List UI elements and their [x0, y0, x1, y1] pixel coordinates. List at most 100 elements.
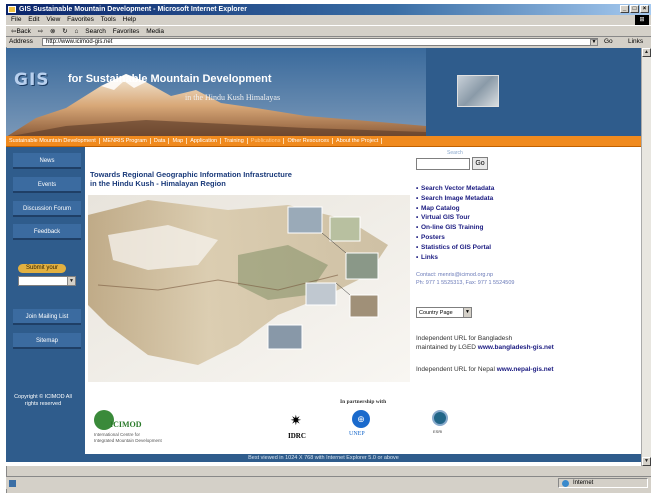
- menu-favorites[interactable]: Favorites: [67, 16, 94, 23]
- country-page-select[interactable]: Country Page ▼: [416, 307, 472, 318]
- sidebar-join-mailing-list-button[interactable]: Join Mailing List: [13, 309, 81, 325]
- maximize-button[interactable]: □: [630, 5, 639, 13]
- menu-help[interactable]: Help: [123, 16, 136, 23]
- menu-view[interactable]: View: [46, 16, 60, 23]
- link-nepal-gis[interactable]: www.nepal-gis.net: [497, 366, 554, 373]
- main-navigation: Sustainable Mountain Development MENRIS P…: [6, 136, 641, 147]
- minimize-button[interactable]: _: [620, 5, 629, 13]
- submit-select[interactable]: ▼: [18, 276, 76, 286]
- sidebar-sitemap-button[interactable]: Sitemap: [13, 333, 81, 349]
- chevron-down-icon[interactable]: ▼: [463, 308, 471, 317]
- scroll-down-icon[interactable]: ▼: [642, 457, 651, 466]
- headline-line-1: Towards Regional Geographic Information …: [90, 170, 292, 179]
- link-label[interactable]: Virtual GIS Tour: [421, 214, 470, 221]
- site-subtitle: in the Hindu Kush Himalayas: [185, 93, 281, 102]
- contact-info: Contact: menris@icimod.org.np Ph: 977 1 …: [416, 271, 514, 287]
- regional-map-collage-image: [88, 195, 410, 382]
- zone-label: Internet: [573, 480, 594, 486]
- link-virtual-gis-tour[interactable]: • Virtual GIS Tour: [416, 214, 470, 222]
- menu-edit[interactable]: Edit: [28, 16, 39, 23]
- refresh-button[interactable]: ↻: [62, 28, 67, 35]
- link-bangladesh-gis[interactable]: www.bangladesh-gis.net: [478, 344, 554, 351]
- contact-email[interactable]: Contact: menris@icimod.org.np: [416, 271, 514, 279]
- esri-logo-text[interactable]: ESRI: [433, 429, 442, 434]
- bangladesh-line-1: Independent URL for Bangladesh: [416, 335, 513, 342]
- nav-application[interactable]: Application: [187, 138, 222, 144]
- copyright-text: Copyright © ICIMOD All rights reserved: [14, 394, 72, 407]
- icimod-subtitle: International Centre for Integrated Moun…: [94, 432, 162, 444]
- icimod-subtitle-line-2: Integrated Mountain Development: [94, 438, 162, 443]
- unep-logo-icon[interactable]: ⊕: [352, 410, 370, 428]
- nav-publications[interactable]: Publications: [247, 138, 285, 144]
- address-input[interactable]: http://www.icimod-gis.net: [42, 38, 598, 46]
- link-search-vector-metadata[interactable]: • Search Vector Metadata: [416, 185, 494, 193]
- back-button[interactable]: ⇦Back: [11, 28, 31, 35]
- scroll-up-icon[interactable]: ▲: [642, 48, 651, 57]
- menu-tools[interactable]: Tools: [101, 16, 116, 23]
- page-loaded-icon: [9, 480, 16, 487]
- nepal-url-note: Independent URL for Nepal www.nepal-gis.…: [416, 366, 554, 373]
- contact-phone: Ph: 977 1 5525313, Fax: 977 1 5524509: [416, 280, 515, 286]
- address-bar: Address http://www.icimod-gis.net ▼ Go L…: [6, 37, 651, 47]
- site-banner: [6, 48, 641, 137]
- nav-sustainable-mountain-development[interactable]: Sustainable Mountain Development: [6, 138, 100, 144]
- toolbar: ⇦Back ⇨ ⊗ ↻ ⌂ Search Favorites Media: [6, 25, 651, 37]
- sidebar-feedback-button[interactable]: Feedback: [13, 224, 81, 240]
- esri-logo-icon[interactable]: [432, 410, 448, 426]
- vertical-scrollbar[interactable]: ▲ ▼: [641, 48, 651, 466]
- link-label[interactable]: Search Vector Metadata: [421, 185, 494, 192]
- sidebar-discussion-forum-button[interactable]: Discussion Forum: [13, 201, 81, 217]
- link-links[interactable]: • Links: [416, 254, 438, 262]
- idrc-logo-text[interactable]: IDRC: [288, 432, 306, 440]
- link-label[interactable]: Posters: [421, 234, 445, 241]
- nav-about-the-project[interactable]: About the Project: [333, 138, 383, 144]
- headline-line-2: in the Hindu Kush - Himalayan Region: [90, 179, 226, 188]
- home-button[interactable]: ⌂: [75, 28, 79, 35]
- menu-file[interactable]: File: [11, 16, 21, 23]
- link-label[interactable]: Statistics of GIS Portal: [421, 244, 491, 251]
- sidebar-events-button[interactable]: Events: [13, 177, 81, 193]
- banner-photo-thumbnail: [457, 75, 499, 107]
- link-label[interactable]: Search Image Metadata: [421, 195, 493, 202]
- nav-data[interactable]: Data: [150, 138, 170, 144]
- link-label[interactable]: Map Catalog: [421, 205, 460, 212]
- window-title: GIS Sustainable Mountain Development - M…: [19, 6, 247, 13]
- chevron-down-icon[interactable]: ▼: [590, 39, 598, 46]
- link-online-gis-training[interactable]: • On-line GIS Training: [416, 224, 483, 232]
- link-label[interactable]: Links: [421, 254, 438, 261]
- link-search-image-metadata[interactable]: • Search Image Metadata: [416, 195, 493, 203]
- go-button[interactable]: Go: [604, 37, 613, 47]
- stop-button[interactable]: ⊗: [50, 28, 55, 35]
- icimod-logo-text[interactable]: ICIMOD: [110, 420, 142, 429]
- media-button[interactable]: Media: [146, 28, 164, 35]
- search-button[interactable]: Search: [85, 28, 106, 35]
- forward-button[interactable]: ⇨: [38, 28, 43, 35]
- unep-logo-text[interactable]: UNEP: [349, 431, 365, 437]
- ie-icon: [8, 6, 16, 13]
- sidebar-news-button[interactable]: News: [13, 153, 81, 169]
- link-map-catalog[interactable]: • Map Catalog: [416, 205, 460, 213]
- windows-logo-icon: ⊞: [635, 15, 649, 25]
- idrc-logo-icon[interactable]: ✷: [290, 412, 302, 429]
- menu-bar: File Edit View Favorites Tools Help ⊞: [6, 15, 651, 25]
- nav-training[interactable]: Training: [221, 138, 248, 144]
- close-button[interactable]: ×: [640, 5, 649, 13]
- security-zone: Internet: [558, 478, 648, 488]
- nav-other-resources[interactable]: Other Resources: [284, 138, 334, 144]
- bangladesh-line-2-prefix: maintained by LGED: [416, 344, 478, 351]
- link-label[interactable]: On-line GIS Training: [421, 224, 483, 231]
- favorites-button[interactable]: Favorites: [113, 28, 140, 35]
- chevron-down-icon[interactable]: ▼: [67, 277, 75, 285]
- nepal-prefix: Independent URL for Nepal: [416, 366, 497, 373]
- nav-menris-program[interactable]: MENRIS Program: [99, 138, 151, 144]
- gis-logo: GIS: [14, 70, 50, 90]
- address-label: Address: [9, 38, 33, 45]
- site-search-go-button[interactable]: Go: [472, 157, 488, 170]
- site-search-input[interactable]: [416, 158, 470, 170]
- search-label: Search: [447, 150, 463, 156]
- link-statistics-of-gis-portal[interactable]: • Statistics of GIS Portal: [416, 244, 491, 252]
- links-button[interactable]: Links: [628, 37, 643, 47]
- submit-your-label: Submit your: [18, 264, 66, 273]
- nav-map[interactable]: Map: [169, 138, 188, 144]
- link-posters[interactable]: • Posters: [416, 234, 445, 242]
